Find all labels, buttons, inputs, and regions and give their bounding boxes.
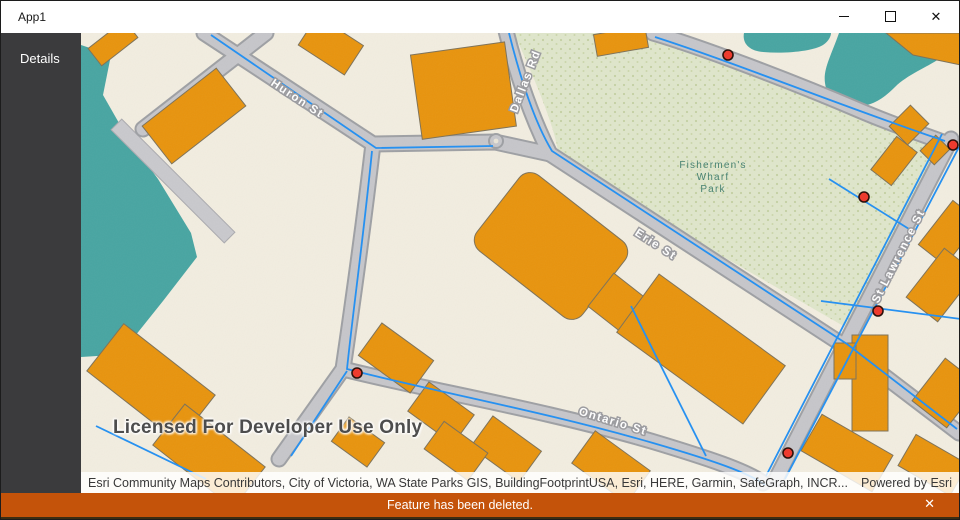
window-title: App1: [18, 10, 46, 24]
map-view[interactable]: Huron St Dallas Rd Erie St Ontario St St…: [81, 33, 959, 493]
notification-message: Feature has been deleted.: [387, 498, 533, 512]
minimize-icon: [839, 16, 849, 17]
maximize-button[interactable]: [867, 1, 913, 32]
notification-close-button[interactable]: ✕: [918, 493, 941, 515]
window-controls: ✕: [821, 1, 959, 32]
titlebar: App1 ✕: [1, 1, 959, 33]
attribution-text: Esri Community Maps Contributors, City o…: [88, 476, 851, 490]
close-button[interactable]: ✕: [913, 1, 959, 32]
close-icon: ✕: [931, 10, 942, 23]
attribution-bar: Esri Community Maps Contributors, City o…: [81, 472, 959, 493]
sidebar: Details: [1, 33, 81, 493]
app-window: App1 ✕ Details: [0, 0, 960, 520]
minimize-button[interactable]: [821, 1, 867, 32]
sidebar-item-details[interactable]: Details: [1, 33, 81, 66]
notification-bar: Feature has been deleted. ✕: [1, 493, 959, 519]
developer-watermark: Licensed For Developer Use Only: [113, 417, 422, 439]
maximize-icon: [885, 11, 896, 22]
powered-by-esri: Powered by Esri: [861, 476, 952, 490]
